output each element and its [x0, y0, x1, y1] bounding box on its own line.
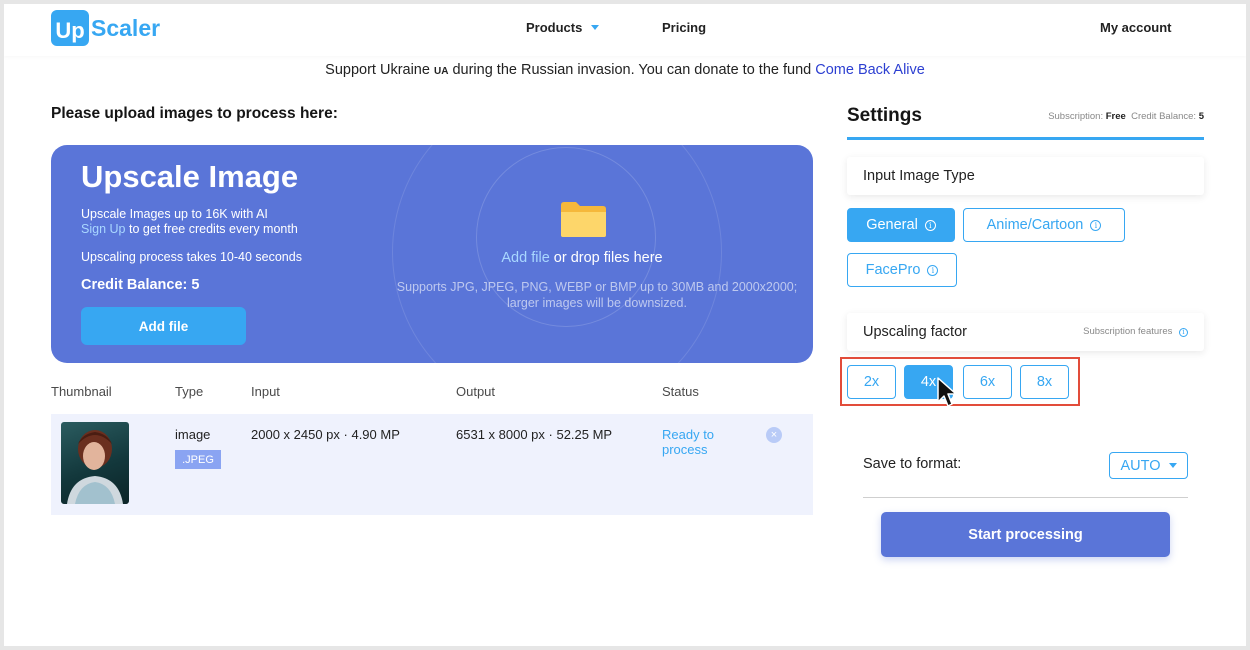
upload-section-title: Please upload images to process here: [51, 105, 338, 122]
row-output-size: 6531 x 8000 px · 52.25 MP [456, 427, 613, 442]
upload-desc-1: Upscale Images up to 16K with AI [81, 207, 268, 221]
donate-link[interactable]: Come Back Alive [815, 62, 925, 78]
drop-text: Add file or drop files here [351, 250, 813, 266]
info-icon[interactable]: i [1179, 327, 1188, 337]
chevron-down-icon [1168, 463, 1177, 468]
col-header-type: Type [175, 384, 204, 399]
input-type-facepro-label: FacePro [865, 262, 921, 278]
chevron-down-icon [591, 25, 600, 30]
banner-text-2: during the Russian invasion. You can don… [452, 62, 812, 78]
upload-desc-3: Upscaling process takes 10-40 seconds [81, 250, 302, 264]
subscription-info: Subscription: Free Credit Balance: 5 [1048, 111, 1204, 122]
input-type-anime-button[interactable]: Anime/Cartoon i [963, 208, 1125, 242]
save-format-label: Save to format: [863, 456, 962, 472]
factor-6x-button[interactable]: 6x [963, 365, 1012, 399]
subscription-label: Subscription: [1048, 111, 1104, 122]
col-header-input: Input [251, 384, 280, 399]
input-type-general-button[interactable]: General i [847, 208, 955, 242]
input-type-general-label: General [866, 217, 918, 233]
supported-formats-line-2: larger images will be downsized. [507, 296, 687, 310]
nav-products-label: Products [526, 20, 583, 35]
close-icon[interactable]: × [766, 427, 782, 443]
factor-2x-button[interactable]: 2x [847, 365, 896, 399]
supported-formats-line-1: Supports JPG, JPEG, PNG, WEBP or BMP up … [396, 280, 798, 294]
upscaling-factor-label: Upscaling factor [863, 324, 967, 340]
ua-flag-label: UA [433, 66, 449, 77]
row-status-line-2: process [662, 442, 708, 457]
upload-desc-2-text: to get free credits every month [128, 222, 298, 236]
subscription-value: Free [1105, 111, 1126, 122]
format-badge: .JPEG [175, 450, 221, 469]
drop-add-file-link[interactable]: Add file [501, 250, 549, 266]
input-type-label: Input Image Type [863, 168, 975, 184]
signup-link[interactable]: Sign Up [81, 222, 125, 236]
row-input-size: 2000 x 2450 px · 4.90 MP [251, 427, 400, 442]
info-icon[interactable]: i [927, 264, 939, 276]
input-type-card: Input Image Type [847, 157, 1204, 195]
divider [863, 497, 1188, 498]
logo[interactable]: Up Scaler [51, 10, 160, 46]
logo-text: Scaler [91, 14, 161, 41]
folder-icon [561, 202, 606, 237]
input-type-anime-label: Anime/Cartoon [986, 217, 1084, 233]
drop-text-label: or drop files here [553, 250, 663, 266]
cursor-pointer-icon [937, 377, 957, 407]
row-type: image [175, 427, 211, 442]
subscription-features-label: Subscription features [1083, 326, 1173, 337]
upload-desc-2: Sign Up to get free credits every month [81, 222, 298, 236]
settings-underline [847, 137, 1204, 140]
settings-title: Settings [847, 105, 922, 126]
nav-pricing[interactable]: Pricing [662, 20, 706, 35]
input-type-facepro-button[interactable]: FacePro i [847, 253, 957, 287]
format-select-value: AUTO [1120, 457, 1161, 474]
nav-products[interactable]: Products [526, 20, 600, 35]
portrait-thumbnail-image [67, 430, 123, 504]
support-banner: Support Ukraine UA during the Russian in… [4, 62, 1246, 78]
top-nav: Up Scaler Products Pricing My account [4, 4, 1246, 56]
col-header-thumbnail: Thumbnail [51, 384, 112, 399]
format-select[interactable]: AUTO [1109, 452, 1188, 479]
info-icon[interactable]: i [924, 219, 936, 231]
credit-balance-label: Credit Balance: [1131, 111, 1197, 122]
app-window: Up Scaler Products Pricing My account Su… [4, 4, 1246, 646]
info-icon[interactable]: i [1090, 219, 1102, 231]
nav-my-account[interactable]: My account [1100, 20, 1172, 35]
add-file-button[interactable]: Add file [81, 307, 246, 345]
upload-dropzone[interactable]: Upscale Image Upscale Images up to 16K w… [51, 145, 813, 363]
upload-heading: Upscale Image [81, 159, 299, 194]
col-header-output: Output [456, 384, 496, 399]
supported-formats-note: Supports JPG, JPEG, PNG, WEBP or BMP up … [366, 279, 813, 311]
banner-text: Support Ukraine [325, 62, 430, 78]
start-processing-button[interactable]: Start processing [881, 512, 1170, 557]
factor-8x-button[interactable]: 8x [1020, 365, 1069, 399]
col-header-status: Status [662, 384, 699, 399]
row-status-link[interactable]: Ready to process [662, 427, 714, 457]
subscription-features-note: Subscription features i [1083, 326, 1188, 337]
row-status-line-1: Ready to [662, 427, 715, 442]
upload-credit-balance: Credit Balance: 5 [81, 277, 200, 293]
logo-mark: Up [51, 10, 89, 46]
image-thumbnail [61, 422, 129, 504]
credit-balance-value: 5 [1198, 111, 1204, 122]
upscaling-factor-card: Upscaling factor Subscription features i [847, 313, 1204, 351]
